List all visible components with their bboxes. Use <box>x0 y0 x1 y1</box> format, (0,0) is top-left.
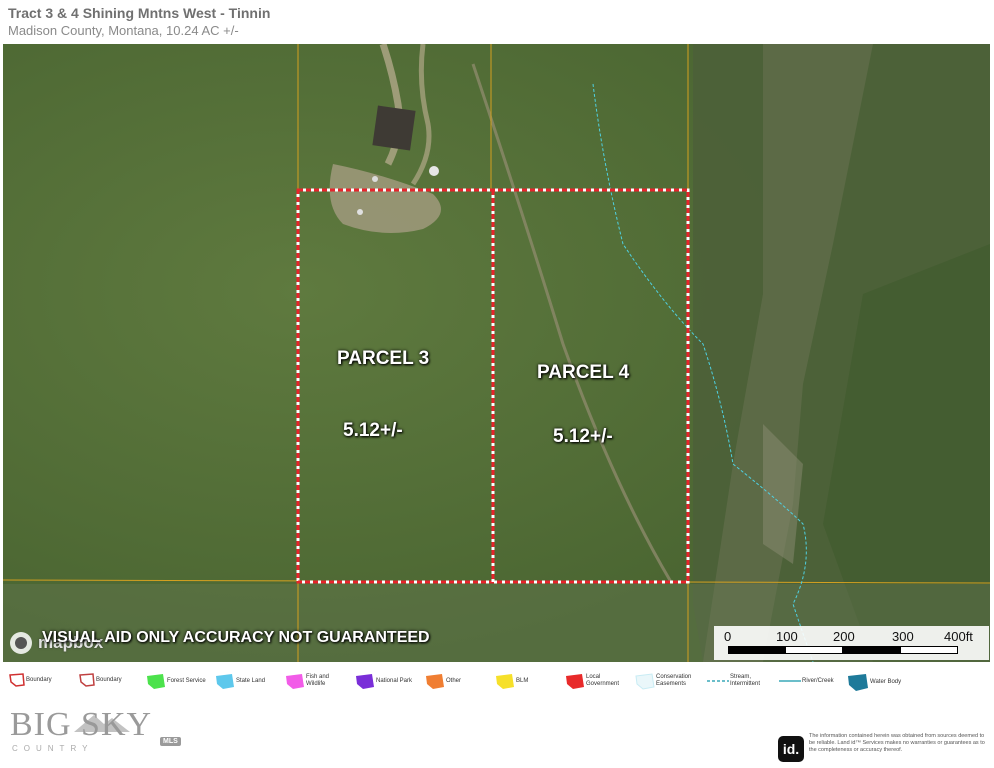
accuracy-disclaimer: VISUAL AID ONLY ACCURACY NOT GUARANTEED <box>42 629 430 646</box>
map-title: Tract 3 & 4 Shining Mntns West - Tinnin <box>8 5 271 21</box>
pentagon-icon <box>566 674 584 689</box>
pentagon-icon <box>286 674 304 689</box>
scale-segment <box>900 646 958 654</box>
scale-tick-100: 100 <box>776 629 798 644</box>
scale-tick-200: 200 <box>833 629 855 644</box>
scale-segment <box>728 646 786 654</box>
parcel-4-name: PARCEL 4 <box>537 362 630 383</box>
satellite-map[interactable]: PARCEL 3 5.12+/- PARCEL 4 5.12+/- mapbox… <box>3 44 990 662</box>
parcel-4-area: 5.12+/- <box>553 426 613 447</box>
land-id-logo: id. <box>778 736 804 762</box>
pentagon-icon <box>216 674 234 689</box>
pentagon-icon <box>496 674 514 689</box>
pentagon-icon <box>356 674 374 689</box>
pentagon-outline-icon <box>635 673 655 690</box>
pentagon-icon <box>147 674 165 689</box>
dashed-line-icon <box>707 680 729 682</box>
scale-tick-400ft: 400ft <box>944 629 973 644</box>
logo-subtitle: COUNTRY <box>12 744 94 753</box>
legend-forest-service: Forest Service <box>145 672 206 690</box>
big-sky-country-mls-logo: BIG SKY COUNTRY MLS <box>10 706 181 753</box>
legend-state-land: State Land <box>214 672 265 690</box>
pentagon-icon <box>848 674 868 691</box>
legend-national-park: National Park <box>354 672 412 690</box>
legend-boundary-2: Boundary <box>78 672 122 688</box>
legend-boundary: Boundary <box>8 672 52 688</box>
map-header: Tract 3 & 4 Shining Mntns West - Tinnin … <box>0 0 994 44</box>
scale-tick-300: 300 <box>892 629 914 644</box>
legend-stream-intermittent: Stream, Intermittent <box>706 672 772 690</box>
legend-river-creek: River/Creek <box>778 672 834 690</box>
legend-blm: BLM <box>494 672 528 690</box>
legend-conservation-easements: Conservation Easements <box>634 672 698 690</box>
map-subtitle: Madison County, Montana, 10.24 AC +/- <box>8 23 239 38</box>
map-terrain <box>3 44 990 662</box>
parcel-3-area: 5.12+/- <box>343 420 403 441</box>
mapbox-icon <box>10 632 32 654</box>
pentagon-icon <box>426 674 444 689</box>
legend-local-government: Local Government <box>564 672 628 690</box>
line-icon <box>779 680 801 682</box>
legend-other: Other <box>424 672 461 690</box>
legend-water-body: Water Body <box>846 672 901 692</box>
scale-bar: 0 100 200 300 400ft <box>714 626 989 660</box>
scale-segment <box>842 646 901 654</box>
mls-badge: MLS <box>160 737 181 746</box>
boundary-outline-icon <box>9 673 25 687</box>
parcel-3-name: PARCEL 3 <box>337 348 430 369</box>
scale-segment <box>785 646 843 654</box>
land-id-disclaimer: The information contained herein was obt… <box>809 733 985 753</box>
map-legend: Boundary Boundary Forest Service State L… <box>0 666 994 702</box>
scale-tick-0: 0 <box>724 629 732 644</box>
mountain-icon <box>74 715 130 732</box>
boundary-outline-icon <box>79 673 95 687</box>
legend-fish-and-wildlife: Fish and Wildlife <box>284 672 348 690</box>
